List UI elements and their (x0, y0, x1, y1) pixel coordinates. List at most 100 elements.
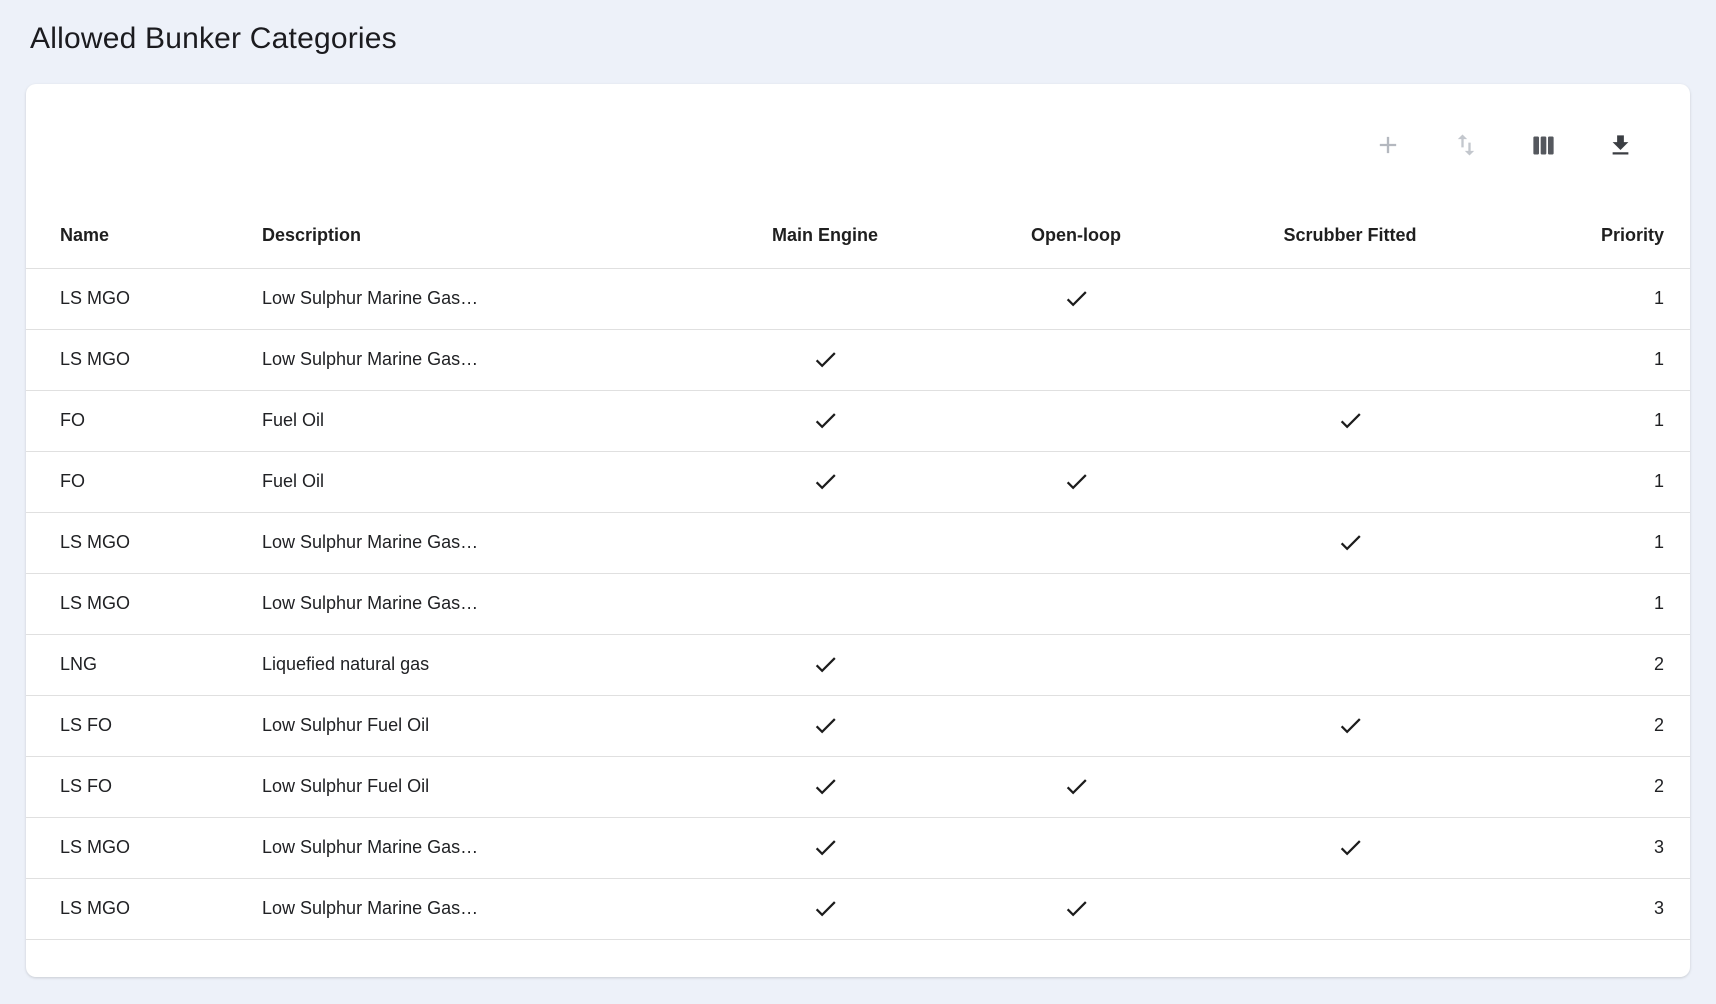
cell-scrubber-fitted (1168, 695, 1532, 756)
cell-name: LS MGO (26, 878, 246, 939)
cell-open-loop (984, 756, 1168, 817)
cell-priority: 2 (1532, 695, 1690, 756)
table-row[interactable]: LNGLiquefied natural gas2 (26, 634, 1690, 695)
cell-priority: 1 (1532, 390, 1690, 451)
column-header-priority[interactable]: Priority (1532, 204, 1690, 268)
cell-main-engine (666, 512, 984, 573)
column-header-description[interactable]: Description (246, 204, 666, 268)
cell-scrubber-fitted (1168, 512, 1532, 573)
table-row[interactable]: LS MGOLow Sulphur Marine Gas… 1 (26, 573, 1690, 634)
sort-button[interactable] (1448, 127, 1484, 163)
cell-scrubber-fitted (1168, 878, 1532, 939)
column-header-main-engine[interactable]: Main Engine (666, 204, 984, 268)
check-icon (812, 834, 839, 861)
cell-priority: 1 (1532, 329, 1690, 390)
cell-name: LS MGO (26, 512, 246, 573)
cell-open-loop (984, 390, 1168, 451)
plus-icon (1374, 131, 1402, 159)
cell-description: Fuel Oil (246, 451, 666, 512)
cell-main-engine (666, 451, 984, 512)
download-button[interactable] (1603, 128, 1638, 163)
cell-main-engine (666, 756, 984, 817)
bunker-categories-table: Name Description Main Engine Open-loop S… (26, 204, 1690, 940)
cell-description: Low Sulphur Fuel Oil (246, 695, 666, 756)
cell-name: LS MGO (26, 573, 246, 634)
cell-main-engine (666, 817, 984, 878)
page-title: Allowed Bunker Categories (0, 0, 1716, 56)
cell-description: Low Sulphur Marine Gas… (246, 329, 666, 390)
column-header-name[interactable]: Name (26, 204, 246, 268)
cell-open-loop (984, 329, 1168, 390)
check-icon (812, 346, 839, 373)
table-row[interactable]: LS MGOLow Sulphur Marine Gas…1 (26, 268, 1690, 329)
column-header-open-loop[interactable]: Open-loop (984, 204, 1168, 268)
cell-name: LS MGO (26, 268, 246, 329)
check-icon (1063, 773, 1090, 800)
cell-main-engine (666, 573, 984, 634)
cell-name: LNG (26, 634, 246, 695)
cell-scrubber-fitted (1168, 268, 1532, 329)
columns-button[interactable] (1526, 128, 1561, 163)
cell-scrubber-fitted (1168, 756, 1532, 817)
cell-name: LS FO (26, 756, 246, 817)
cell-priority: 1 (1532, 268, 1690, 329)
cell-main-engine (666, 329, 984, 390)
check-icon (812, 407, 839, 434)
cell-open-loop (984, 451, 1168, 512)
add-button[interactable] (1370, 127, 1406, 163)
check-icon (812, 651, 839, 678)
cell-description: Low Sulphur Marine Gas… (246, 573, 666, 634)
table-row[interactable]: LS MGOLow Sulphur Marine Gas… 1 (26, 329, 1690, 390)
cell-open-loop (984, 634, 1168, 695)
cell-main-engine (666, 878, 984, 939)
table-row[interactable]: FOFuel Oil 1 (26, 451, 1690, 512)
page: Allowed Bunker Categories (0, 0, 1716, 1004)
cell-priority: 2 (1532, 756, 1690, 817)
cell-priority: 3 (1532, 817, 1690, 878)
cell-open-loop (984, 573, 1168, 634)
check-icon (1063, 895, 1090, 922)
cell-open-loop (984, 695, 1168, 756)
cell-description: Low Sulphur Marine Gas… (246, 817, 666, 878)
cell-open-loop (984, 512, 1168, 573)
table-row[interactable]: LS FOLow Sulphur Fuel Oil 2 (26, 756, 1690, 817)
cell-priority: 1 (1532, 573, 1690, 634)
check-icon (1337, 529, 1364, 556)
bunker-categories-card: Name Description Main Engine Open-loop S… (26, 84, 1690, 977)
cell-scrubber-fitted (1168, 390, 1532, 451)
table-row[interactable]: LS FOLow Sulphur Fuel Oil 2 (26, 695, 1690, 756)
check-icon (1337, 407, 1364, 434)
cell-open-loop (984, 817, 1168, 878)
cell-name: LS MGO (26, 329, 246, 390)
table-toolbar (26, 84, 1690, 176)
cell-description: Low Sulphur Fuel Oil (246, 756, 666, 817)
cell-name: LS MGO (26, 817, 246, 878)
cell-priority: 1 (1532, 451, 1690, 512)
cell-priority: 2 (1532, 634, 1690, 695)
table-header-row: Name Description Main Engine Open-loop S… (26, 204, 1690, 268)
cell-open-loop (984, 878, 1168, 939)
check-icon (1337, 712, 1364, 739)
cell-name: FO (26, 451, 246, 512)
check-icon (1337, 834, 1364, 861)
check-icon (1063, 468, 1090, 495)
cell-name: FO (26, 390, 246, 451)
cell-priority: 1 (1532, 512, 1690, 573)
table-row[interactable]: LS MGOLow Sulphur Marine Gas… 3 (26, 817, 1690, 878)
column-header-scrubber-fitted[interactable]: Scrubber Fitted (1168, 204, 1532, 268)
columns-icon (1530, 132, 1557, 159)
table-row[interactable]: LS MGOLow Sulphur Marine Gas… 1 (26, 512, 1690, 573)
cell-description: Low Sulphur Marine Gas… (246, 512, 666, 573)
cell-description: Low Sulphur Marine Gas… (246, 878, 666, 939)
table-row[interactable]: LS MGOLow Sulphur Marine Gas…3 (26, 878, 1690, 939)
check-icon (812, 468, 839, 495)
cell-main-engine (666, 268, 984, 329)
check-icon (812, 712, 839, 739)
cell-scrubber-fitted (1168, 451, 1532, 512)
cell-scrubber-fitted (1168, 634, 1532, 695)
cell-description: Fuel Oil (246, 390, 666, 451)
table-row[interactable]: FOFuel Oil 1 (26, 390, 1690, 451)
check-icon (1063, 285, 1090, 312)
check-icon (812, 895, 839, 922)
cell-name: LS FO (26, 695, 246, 756)
